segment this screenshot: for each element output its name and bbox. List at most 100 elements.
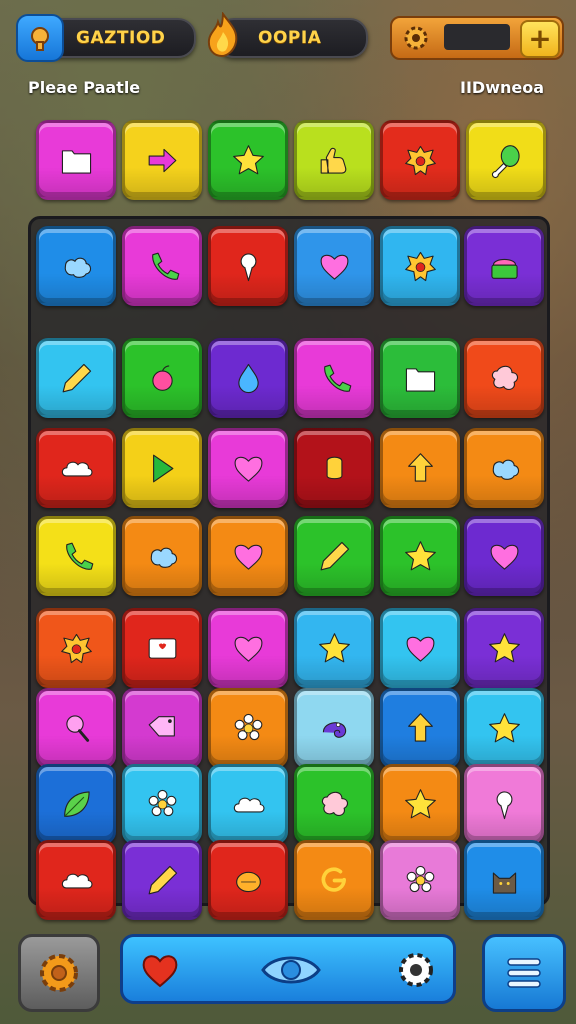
goal-tile[interactable] <box>380 120 460 200</box>
board-tile[interactable] <box>122 428 202 508</box>
board-tile[interactable] <box>294 516 374 596</box>
board-tile[interactable] <box>380 608 460 688</box>
board-tile[interactable] <box>122 688 202 768</box>
bottom-toolbar <box>120 934 456 1004</box>
blob-icon <box>150 547 177 568</box>
board-tile[interactable] <box>208 688 288 768</box>
board-tile[interactable] <box>464 840 544 920</box>
thumbs-up-icon <box>320 147 346 174</box>
board-tile[interactable] <box>36 840 116 920</box>
crest-icon <box>60 633 92 663</box>
board-tile[interactable] <box>464 764 544 844</box>
blob-icon <box>492 459 519 480</box>
board-tile[interactable] <box>122 608 202 688</box>
board-tile[interactable] <box>36 608 116 688</box>
star-icon <box>232 144 264 174</box>
flame-icon <box>204 12 242 58</box>
board-tile[interactable] <box>380 516 460 596</box>
star-icon <box>404 540 436 570</box>
mode-label: IIDwneoa <box>460 78 544 97</box>
gear-icon <box>400 22 432 54</box>
top-hud: GAZTIOD OOPIA + <box>0 12 576 64</box>
hamburger-icon <box>507 958 541 988</box>
splat-icon <box>491 365 518 390</box>
board-tile[interactable] <box>464 516 544 596</box>
board-tile[interactable] <box>122 516 202 596</box>
board-tile[interactable] <box>36 688 116 768</box>
menu-button[interactable] <box>482 934 566 1012</box>
level-label: Pleae Paatle <box>28 78 141 97</box>
phone-icon <box>151 252 179 280</box>
avatar-button[interactable] <box>16 14 64 62</box>
board-tile[interactable] <box>36 226 116 306</box>
card-icon <box>148 637 176 659</box>
goal-tile[interactable] <box>466 120 546 200</box>
cloud-icon <box>61 461 92 476</box>
board-tile[interactable] <box>208 764 288 844</box>
cake-icon <box>490 258 518 279</box>
cloud-icon <box>61 873 92 888</box>
board-tile[interactable] <box>208 840 288 920</box>
chameleon-icon <box>322 721 346 738</box>
board-tile[interactable] <box>36 428 116 508</box>
board-tile[interactable] <box>208 226 288 306</box>
board-tile[interactable] <box>380 688 460 768</box>
star-icon <box>488 632 520 662</box>
add-currency-button[interactable]: + <box>520 20 560 58</box>
cat-icon <box>492 872 516 894</box>
board-tile[interactable] <box>122 338 202 418</box>
board-tile[interactable] <box>208 608 288 688</box>
goal-tile[interactable] <box>122 120 202 200</box>
board-tile[interactable] <box>122 764 202 844</box>
splat-icon <box>321 791 348 816</box>
cloud-icon <box>233 797 264 812</box>
board-tile[interactable] <box>380 764 460 844</box>
settings-button[interactable] <box>18 934 100 1012</box>
board-tile[interactable] <box>464 226 544 306</box>
goal-tile[interactable] <box>208 120 288 200</box>
board-tile[interactable] <box>294 764 374 844</box>
board-tile[interactable] <box>294 840 374 920</box>
lollipop-icon <box>65 714 89 742</box>
crest-icon <box>404 145 436 175</box>
board-tile[interactable] <box>294 338 374 418</box>
board-tile[interactable] <box>294 226 374 306</box>
board-tile[interactable] <box>294 688 374 768</box>
board-tile[interactable] <box>208 516 288 596</box>
board-tile[interactable] <box>464 338 544 418</box>
board-tile[interactable] <box>294 608 374 688</box>
board-tile[interactable] <box>380 226 460 306</box>
board-tile[interactable] <box>464 688 544 768</box>
player-name: GAZTIOD <box>76 28 166 48</box>
board-tile[interactable] <box>380 428 460 508</box>
board-tile[interactable] <box>122 226 202 306</box>
goal-tile[interactable] <box>36 120 116 200</box>
heart-icon[interactable] <box>135 945 185 995</box>
gear-icon[interactable] <box>391 945 441 995</box>
board-tile[interactable] <box>294 428 374 508</box>
board-tile[interactable] <box>208 428 288 508</box>
apple-icon <box>151 364 173 391</box>
gear-icon <box>40 954 78 992</box>
board-tile[interactable] <box>36 764 116 844</box>
goal-tile[interactable] <box>294 120 374 200</box>
pencil-icon <box>320 541 349 570</box>
board-tile[interactable] <box>36 516 116 596</box>
flower-icon <box>406 865 434 892</box>
arrow-up-icon <box>407 712 433 742</box>
board-tile[interactable] <box>122 840 202 920</box>
board-tile[interactable] <box>208 338 288 418</box>
board-tile[interactable] <box>380 338 460 418</box>
eye-icon[interactable] <box>259 945 323 995</box>
board-tile[interactable] <box>464 608 544 688</box>
board-tile[interactable] <box>464 428 544 508</box>
heart-icon <box>490 544 518 570</box>
swirl-icon <box>321 866 346 892</box>
pencil-icon <box>148 865 177 894</box>
heart-icon <box>234 544 262 570</box>
pencil-icon <box>62 363 91 392</box>
board-tile[interactable] <box>380 840 460 920</box>
flower-icon <box>234 713 262 740</box>
arrow-up-icon <box>407 452 433 482</box>
board-tile[interactable] <box>36 338 116 418</box>
